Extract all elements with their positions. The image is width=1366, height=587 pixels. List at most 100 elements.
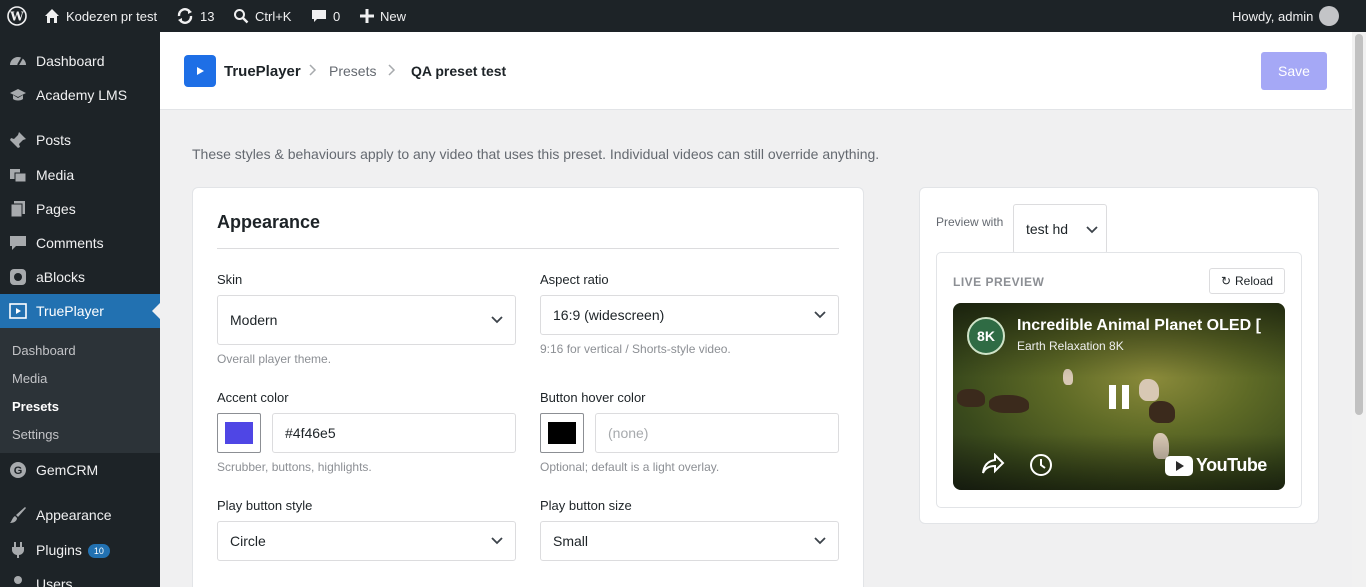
breadcrumb-presets[interactable]: Presets <box>329 63 376 79</box>
sidebar-item-label: Comments <box>36 235 104 251</box>
sidebar-item-media[interactable]: Media <box>0 158 160 192</box>
live-preview-label: LIVE PREVIEW <box>953 275 1045 289</box>
breadcrumb-brand[interactable]: TruePlayer <box>224 63 301 80</box>
refresh-icon <box>176 7 194 25</box>
youtube-play-icon <box>1165 455 1193 476</box>
aspect-ratio-help: 9:16 for vertical / Shorts-style video. <box>540 342 731 356</box>
chevron-down-icon <box>491 316 503 324</box>
play-button-style-label: Play button style <box>217 498 313 513</box>
sidebar-item-label: TruePlayer <box>36 303 104 319</box>
save-button[interactable]: Save <box>1261 52 1327 90</box>
sidebar-item-label: Media <box>36 167 75 183</box>
divider <box>217 248 839 249</box>
accent-color-label: Accent color <box>217 390 289 405</box>
users-icon <box>9 575 27 587</box>
accent-color-input[interactable]: #4f46e5 <box>272 413 516 453</box>
accent-color-picker[interactable] <box>217 413 261 453</box>
play-button-size-value: Small <box>553 533 589 549</box>
comments-link[interactable]: 0 <box>311 0 340 32</box>
wordpress-logo-icon[interactable]: W <box>7 0 27 32</box>
youtube-logo[interactable]: YouTube <box>1165 455 1267 476</box>
skin-select[interactable]: Modern <box>217 295 516 345</box>
sidebar-item-posts[interactable]: Posts <box>0 123 160 157</box>
appearance-card: Appearance Skin Modern Overall player th… <box>192 187 864 587</box>
reload-icon: ↻ <box>1220 274 1232 288</box>
ablocks-icon <box>9 268 27 286</box>
submenu-presets[interactable]: Presets <box>12 399 59 414</box>
appearance-heading: Appearance <box>217 212 321 232</box>
updates-link[interactable]: 13 <box>176 0 214 32</box>
sidebar-item-users[interactable]: Users <box>0 567 160 587</box>
sidebar-item-trueplayer[interactable]: TruePlayer <box>0 294 160 328</box>
sidebar-item-ablocks[interactable]: aBlocks <box>0 260 160 294</box>
preview-with-label: Preview with <box>936 215 1004 229</box>
sidebar-item-comments[interactable]: Comments <box>0 226 160 260</box>
button-hover-color-swatch <box>548 422 576 444</box>
watch-later-icon[interactable] <box>1029 453 1053 482</box>
breadcrumb-separator-icon <box>309 63 317 80</box>
sidebar-item-pages[interactable]: Pages <box>0 192 160 226</box>
admin-bar: W Kodezen pr test 13 Ctrl+K 0 New Howdy,… <box>0 0 1366 32</box>
sidebar-item-label: Dashboard <box>36 53 105 69</box>
sidebar-item-appearance[interactable]: Appearance <box>0 498 160 532</box>
button-hover-color-label: Button hover color <box>540 390 646 405</box>
dashboard-icon <box>9 52 27 70</box>
button-hover-color-input[interactable]: (none) <box>595 413 839 453</box>
accent-color-help: Scrubber, buttons, highlights. <box>217 460 372 474</box>
preview-video-value: test hd <box>1026 221 1069 237</box>
reload-button[interactable]: ↻ Reload <box>1209 268 1285 294</box>
video-player[interactable]: 8K Incredible Animal Planet OLED [ Earth… <box>953 303 1285 490</box>
sidebar-item-academy-lms[interactable]: Academy LMS <box>0 78 160 112</box>
video-title[interactable]: Incredible Animal Planet OLED [ <box>1017 317 1279 335</box>
sidebar-item-dashboard[interactable]: Dashboard <box>0 44 160 78</box>
paintbrush-icon <box>9 506 27 524</box>
pushpin-icon <box>9 131 27 149</box>
aspect-ratio-label: Aspect ratio <box>540 272 609 287</box>
submenu-dashboard[interactable]: Dashboard <box>12 343 76 358</box>
admin-sidebar: Dashboard Academy LMS Posts Media Pages … <box>0 32 160 587</box>
search-link[interactable]: Ctrl+K <box>233 0 291 32</box>
graduation-cap-icon <box>9 86 27 104</box>
chevron-down-icon <box>814 311 826 319</box>
chevron-down-icon <box>814 537 826 545</box>
breadcrumb-current: QA preset test <box>411 63 507 79</box>
chevron-down-icon <box>1086 226 1098 234</box>
pause-icon[interactable] <box>1107 383 1131 416</box>
preview-video-select[interactable]: test hd <box>1013 204 1107 254</box>
play-button-style-select[interactable]: Circle <box>217 521 516 561</box>
sidebar-item-label: Academy LMS <box>36 87 128 103</box>
sidebar-item-label: Plugins 10 <box>36 542 110 559</box>
sidebar-item-label: Posts <box>36 132 72 148</box>
share-icon[interactable] <box>981 452 1005 480</box>
aspect-ratio-select[interactable]: 16:9 (widescreen) <box>540 295 839 335</box>
submenu-media[interactable]: Media <box>12 371 47 386</box>
new-label: New <box>380 8 407 24</box>
reload-label: Reload <box>1235 274 1274 288</box>
sidebar-item-plugins[interactable]: Plugins 10 <box>0 533 160 567</box>
button-hover-color-picker[interactable] <box>540 413 584 453</box>
submenu-settings[interactable]: Settings <box>12 427 59 442</box>
svg-text:G: G <box>14 465 23 477</box>
new-content-link[interactable]: New <box>360 0 406 32</box>
trueplayer-logo-icon <box>184 55 216 87</box>
chevron-down-icon <box>491 537 503 545</box>
site-name-link[interactable]: Kodezen pr test <box>44 0 157 32</box>
svg-text:W: W <box>9 10 24 24</box>
page-scrollbar[interactable] <box>1352 32 1366 587</box>
plus-icon <box>360 9 374 23</box>
sidebar-item-label: Appearance <box>36 507 112 523</box>
accent-color-swatch <box>225 422 253 444</box>
video-icon <box>9 302 27 320</box>
play-button-size-select[interactable]: Small <box>540 521 839 561</box>
button-hover-color-help: Optional; default is a light overlay. <box>540 460 720 474</box>
pages-icon <box>9 200 27 218</box>
my-account-link[interactable]: Howdy, admin <box>1232 0 1340 32</box>
preset-description: These styles & behaviours apply to any v… <box>192 146 880 162</box>
scrollbar-thumb[interactable] <box>1355 34 1363 415</box>
trueplayer-submenu: Dashboard Media Presets Settings <box>0 328 160 453</box>
video-channel: Earth Relaxation 8K <box>1017 339 1124 353</box>
channel-avatar[interactable]: 8K <box>967 317 1005 355</box>
plugins-update-badge: 10 <box>87 544 110 559</box>
sidebar-item-gemcrm[interactable]: G GemCRM <box>0 453 160 487</box>
play-button-style-value: Circle <box>230 533 266 549</box>
